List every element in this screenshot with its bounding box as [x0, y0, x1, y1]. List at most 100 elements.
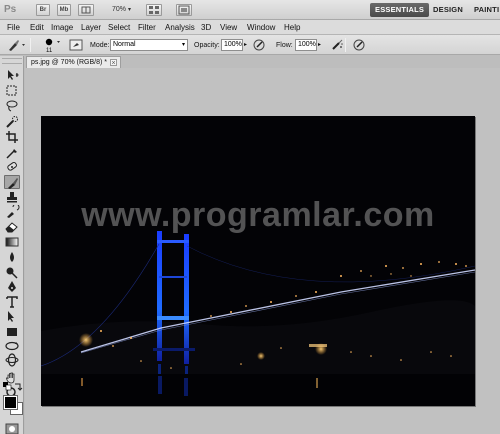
tools-panel — [0, 56, 24, 434]
lasso-tool[interactable] — [4, 99, 20, 113]
eraser-tool[interactable] — [4, 220, 20, 234]
3d-orbit-tool[interactable] — [4, 353, 20, 367]
3d-rotate-tool[interactable] — [4, 339, 20, 353]
screen-mode-icon — [178, 5, 190, 15]
launch-bridge-button[interactable]: Br — [36, 4, 50, 16]
type-tool[interactable] — [4, 295, 20, 309]
zoom-level-value: 70% — [112, 6, 127, 13]
history-brush-tool[interactable] — [4, 205, 20, 219]
mode-label: Mode: — [90, 42, 110, 49]
quick-mask-icon — [5, 423, 19, 434]
workspace-design-button[interactable]: DESIGN — [428, 3, 468, 17]
3d-rotate-tool-icon — [5, 341, 19, 351]
dodge-tool[interactable] — [4, 265, 20, 279]
healing-brush-tool[interactable] — [4, 160, 20, 174]
eyedropper-tool[interactable] — [4, 146, 20, 160]
application-bar: Ps Br Mb 70% ▾ ESSENTIALS DESIGN PAINTI — [0, 0, 500, 20]
options-separator — [345, 38, 346, 52]
zoom-level-dropdown[interactable]: 70% ▾ — [112, 4, 131, 16]
pressure-size-icon — [353, 39, 365, 51]
rectangle-tool-icon — [7, 328, 17, 336]
eraser-tool-icon — [5, 222, 18, 233]
opacity-slider-toggle[interactable]: ▸ — [244, 41, 247, 50]
marquee-tool-icon — [6, 85, 17, 96]
chevron-down-icon: ▾ — [181, 42, 185, 48]
path-selection-tool-icon — [8, 311, 14, 322]
view-extras-icon — [81, 6, 91, 14]
menu-file[interactable]: File — [7, 22, 20, 33]
menu-filter[interactable]: Filter — [138, 22, 156, 33]
gradient-tool[interactable] — [4, 235, 20, 249]
quick-selection-tool-icon — [6, 116, 18, 128]
crop-tool[interactable] — [4, 130, 20, 144]
photoshop-logo: Ps — [4, 4, 17, 15]
panel-grip[interactable] — [2, 58, 22, 64]
pen-tool-icon — [8, 281, 16, 292]
watermark-text: www.programlar.com — [81, 196, 435, 234]
lasso-tool-icon — [6, 100, 18, 112]
blur-tool[interactable] — [4, 250, 20, 264]
foreground-color-swatch[interactable] — [3, 395, 18, 410]
menu-bar: File Edit Image Layer Select Filter Anal… — [0, 20, 500, 35]
menu-view[interactable]: View — [220, 22, 237, 33]
workspace-painting-button[interactable]: PAINTI — [469, 3, 500, 17]
flow-slider-toggle[interactable]: ▸ — [318, 41, 321, 50]
menu-select[interactable]: Select — [108, 22, 130, 33]
chevron-down-icon: ▾ — [127, 7, 131, 13]
menu-window[interactable]: Window — [247, 22, 275, 33]
arrange-documents-button[interactable] — [146, 4, 162, 16]
tool-preset-picker[interactable] — [6, 38, 25, 52]
arrange-documents-icon — [149, 6, 159, 14]
blend-mode-select[interactable]: Normal ▾ — [110, 39, 188, 51]
options-bar: 11 Mode: Normal ▾ Opacity: 100% ▸ Flow: … — [0, 35, 500, 55]
gradient-tool-icon — [5, 237, 19, 247]
workspace-essentials-button[interactable]: ESSENTIALS — [370, 3, 430, 17]
menu-edit[interactable]: Edit — [30, 22, 44, 33]
3d-orbit-tool-icon — [5, 353, 19, 367]
screen-mode-button[interactable] — [176, 4, 192, 16]
quick-selection-tool[interactable] — [4, 115, 20, 129]
menu-help[interactable]: Help — [284, 22, 300, 33]
close-icon[interactable]: × — [110, 59, 117, 67]
move-tool[interactable] — [4, 68, 20, 82]
opacity-input[interactable]: 100% — [221, 39, 243, 51]
flow-label: Flow: — [276, 42, 293, 49]
menu-analysis[interactable]: Analysis — [165, 22, 195, 33]
crop-tool-icon — [6, 131, 18, 143]
swap-colors-button[interactable] — [14, 382, 23, 391]
brush-tool-icon — [8, 178, 18, 189]
document-tab-title: ps.jpg @ 70% (RGB/8) * — [31, 59, 107, 66]
path-selection-tool[interactable] — [4, 310, 20, 324]
menu-layer[interactable]: Layer — [81, 22, 101, 33]
pressure-pen-icon — [253, 39, 265, 51]
launch-mini-bridge-button[interactable]: Mb — [57, 4, 71, 16]
airbrush-button[interactable] — [330, 38, 344, 52]
brush-panel-toggle[interactable] — [69, 38, 83, 52]
history-brush-tool-icon — [7, 205, 20, 218]
menu-3d[interactable]: 3D — [201, 22, 211, 33]
pressure-size-button[interactable] — [352, 38, 366, 52]
view-extras-button[interactable] — [78, 4, 94, 16]
document-canvas[interactable]: www.programlar.com — [41, 116, 475, 406]
pressure-opacity-button[interactable] — [252, 38, 266, 52]
document-tab[interactable]: ps.jpg @ 70% (RGB/8) * × — [26, 56, 121, 68]
brush-preset-icon — [9, 40, 25, 51]
blend-mode-value: Normal — [113, 41, 136, 48]
marquee-tool[interactable] — [4, 84, 20, 98]
clone-stamp-tool[interactable] — [4, 190, 20, 204]
eyedropper-tool-icon — [6, 149, 17, 159]
dodge-tool-icon — [6, 267, 18, 279]
move-tool-icon — [8, 70, 20, 80]
clone-stamp-tool-icon — [7, 192, 17, 203]
brush-tool[interactable] — [4, 175, 20, 189]
quick-mask-button[interactable] — [4, 422, 20, 434]
pen-tool[interactable] — [4, 280, 20, 294]
rectangle-tool[interactable] — [4, 325, 20, 339]
default-colors-button[interactable] — [3, 382, 12, 391]
menu-image[interactable]: Image — [51, 22, 73, 33]
blur-tool-icon — [10, 252, 14, 262]
flow-input[interactable]: 100% — [295, 39, 317, 51]
brush-tip-icon — [45, 38, 60, 46]
brush-panel-icon — [69, 39, 83, 51]
type-tool-icon — [6, 296, 18, 308]
